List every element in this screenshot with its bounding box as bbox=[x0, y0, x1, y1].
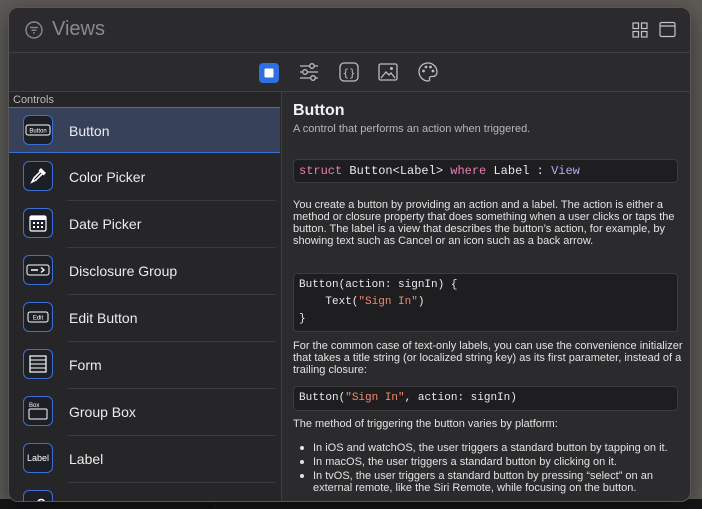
code-block-closure: Button(action: signIn) { Text("Sign In")… bbox=[293, 273, 678, 332]
code-text: Button<Label> bbox=[342, 164, 451, 178]
code-line: Button(action: signIn) { bbox=[299, 279, 458, 291]
code-keyword: struct bbox=[299, 164, 343, 178]
code-text: Text( bbox=[299, 296, 359, 308]
code-block-title: Button("Sign In", action: signIn) bbox=[293, 386, 678, 411]
sidebar-heading: Controls bbox=[13, 94, 54, 106]
svg-text:Box: Box bbox=[29, 403, 39, 409]
label-icon: Label bbox=[23, 443, 53, 473]
controls-sidebar: Controls Button Button Color Picker Date… bbox=[9, 92, 282, 501]
convenience-paragraph: For the common case of text-only labels,… bbox=[293, 340, 683, 376]
titlebar: Views bbox=[9, 8, 690, 52]
svg-text:Button: Button bbox=[29, 129, 46, 135]
calendar-icon bbox=[23, 208, 53, 238]
sidebar-item-group-box[interactable]: Box Group Box bbox=[9, 389, 280, 436]
sidebar-item-button[interactable]: Button Button bbox=[9, 107, 280, 153]
tab-colors[interactable] bbox=[417, 61, 439, 83]
detail-view-icon[interactable] bbox=[659, 21, 676, 38]
palette-icon bbox=[418, 62, 438, 82]
code-text: , action: signIn) bbox=[404, 392, 517, 404]
tab-media[interactable] bbox=[377, 61, 399, 83]
description-paragraph: You create a button by providing an acti… bbox=[293, 199, 675, 247]
window-title: Views bbox=[52, 18, 105, 40]
sidebar-item-label: Label bbox=[69, 451, 104, 467]
sidebar-item-edit-button[interactable]: Edit Edit Button bbox=[9, 295, 280, 342]
braces-icon: {} bbox=[339, 62, 359, 82]
disclosure-icon bbox=[23, 255, 53, 285]
tab-views[interactable] bbox=[259, 63, 279, 83]
detail-subtitle: A control that performs an action when t… bbox=[293, 123, 531, 135]
link-icon bbox=[23, 490, 53, 501]
tab-snippets[interactable]: {} bbox=[338, 61, 360, 83]
library-panel: Views {} Controls Button Button Color Pi… bbox=[8, 7, 691, 502]
sidebar-item-label[interactable]: Label Label bbox=[9, 436, 280, 483]
svg-text:Edit: Edit bbox=[33, 316, 44, 322]
library-tabbar: {} bbox=[9, 52, 690, 92]
photo-icon bbox=[378, 63, 398, 81]
code-text: ) bbox=[417, 296, 425, 308]
group-box-icon: Box bbox=[23, 396, 53, 426]
code-keyword: where bbox=[450, 164, 487, 178]
detail-pane: Button A control that performs an action… bbox=[282, 92, 690, 501]
grid-view-icon[interactable] bbox=[632, 22, 648, 38]
declaration-code: struct Button<Label> where Label : View bbox=[293, 159, 678, 183]
sidebar-item-date-picker[interactable]: Date Picker bbox=[9, 201, 280, 248]
sidebar-item-label: Edit Button bbox=[69, 310, 138, 326]
code-line: Text("Sign In") bbox=[299, 294, 672, 311]
tab-modifiers[interactable] bbox=[298, 61, 320, 83]
code-string: "Sign In" bbox=[345, 392, 405, 404]
list-item: In iOS and watchOS, the user triggers a … bbox=[293, 442, 685, 454]
code-text: Button( bbox=[299, 392, 346, 404]
svg-text:{}: {} bbox=[342, 67, 355, 80]
form-icon bbox=[23, 349, 53, 379]
label-icon-text: Label bbox=[26, 453, 50, 463]
detail-title: Button bbox=[293, 102, 345, 119]
code-type: View bbox=[551, 164, 580, 178]
button-icon: Button bbox=[23, 115, 53, 145]
sliders-icon bbox=[300, 63, 318, 81]
sidebar-item-label: Color Picker bbox=[69, 169, 146, 185]
sidebar-item-form[interactable]: Form bbox=[9, 342, 280, 389]
code-line: } bbox=[299, 313, 306, 325]
sidebar-item-label: Form bbox=[69, 357, 102, 373]
platform-paragraph: The method of triggering the button vari… bbox=[293, 418, 558, 430]
sidebar-item-link[interactable] bbox=[9, 483, 280, 501]
sidebar-item-label: Group Box bbox=[69, 404, 136, 420]
edit-button-icon: Edit bbox=[23, 302, 53, 332]
sidebar-item-label: Button bbox=[69, 123, 110, 139]
sidebar-item-label: Disclosure Group bbox=[69, 263, 178, 279]
platform-list: In iOS and watchOS, the user triggers a … bbox=[293, 442, 685, 496]
list-item: In macOS, the user triggers a standard b… bbox=[293, 456, 685, 468]
code-string: "Sign In" bbox=[358, 296, 418, 308]
sidebar-item-color-picker[interactable]: Color Picker bbox=[9, 154, 280, 201]
filter-icon[interactable] bbox=[25, 21, 43, 39]
sidebar-item-disclosure-group[interactable]: Disclosure Group bbox=[9, 248, 280, 295]
code-text: Label : bbox=[486, 164, 552, 178]
sidebar-item-label: Date Picker bbox=[69, 216, 142, 232]
list-item: In tvOS, the user triggers a standard bu… bbox=[293, 470, 685, 494]
views-square-icon bbox=[264, 68, 274, 78]
eyedropper-icon bbox=[23, 161, 53, 191]
